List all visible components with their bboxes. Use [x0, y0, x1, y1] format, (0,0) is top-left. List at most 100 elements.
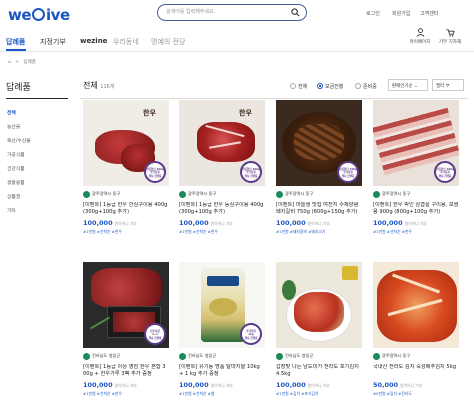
- product-image[interactable]: [276, 262, 362, 348]
- seller-name: 광주광역시 동구: [92, 191, 121, 196]
- search-bar[interactable]: 검색어를 입력해주세요.: [157, 4, 307, 21]
- product-card[interactable]: 한우 산림청인 100g 추가증정 행사 진행중 광주광역시 동구 [이벤트] 1등…: [83, 100, 169, 235]
- seller-icon: [373, 352, 380, 360]
- product-price: 100,000 원이어니 기부: [179, 381, 233, 389]
- product-price: 100,000 원이어니 기부: [83, 381, 137, 389]
- seller-icon: [83, 190, 90, 198]
- nav-neighborhood[interactable]: 우리동네: [113, 37, 139, 47]
- product-tags: #1만원 #선착순 #쌀: [179, 391, 215, 396]
- sidebar-item-processed[interactable]: 가공식품: [7, 151, 25, 158]
- product-price: 100,000 원이어니 기부: [373, 219, 427, 227]
- product-price: 100,000 원이어니 기부: [179, 219, 233, 227]
- product-image[interactable]: 산림청인 100g 추가증정 행사 진행중: [373, 100, 459, 186]
- nav-wezine[interactable]: wezine: [80, 37, 107, 45]
- product-image[interactable]: 한우 산림청인 100g 추가증정 행사 진행중: [83, 100, 169, 186]
- product-card[interactable]: 산림청인 150g 추가증정 행사 진행중 광주광역시 동구 [이벤트] 마늘생 맛…: [276, 100, 362, 235]
- product-price: 100,000 원이어니 기부: [83, 219, 137, 227]
- seller-name: 전라남도 영암군: [92, 353, 121, 358]
- seller-icon: [179, 352, 186, 360]
- sidebar-item-livestock[interactable]: 축산/수산물: [7, 137, 31, 144]
- promo-badge: 한우사골 1+1 행사 진행중: [144, 323, 166, 345]
- product-image[interactable]: 산림청인 150g 추가증정 행사 진행중: [276, 100, 362, 186]
- seller-icon: [83, 352, 90, 360]
- product-price: 100,000 원이어니 기부: [276, 219, 330, 227]
- product-card[interactable]: 광주광역시 동구 국내산 전라도 김치 숙성배추김치 5kg 50,000 원이어…: [373, 262, 459, 397]
- radio-checked-icon: [317, 83, 323, 89]
- brand-mark: 한우: [239, 109, 252, 117]
- product-image[interactable]: 한우사골 1+1 행사 진행중: [83, 262, 169, 348]
- filter-icon: ⛛: [445, 84, 450, 89]
- promo-badge: 산림청인 150g 추가증정 행사 진행중: [337, 161, 359, 183]
- mypage-button[interactable]: 마이페이지: [406, 28, 434, 45]
- sidebar-title: 답례품: [6, 83, 31, 93]
- product-tags: #5만원 #김치 #전라도: [373, 391, 412, 396]
- filter-fundraising[interactable]: 모금진행: [317, 83, 343, 90]
- sidebar-item-health[interactable]: 건강식품: [7, 165, 25, 172]
- sidebar-item-living[interactable]: 생활용품: [7, 179, 25, 186]
- sidebar-item-voucher[interactable]: 상품권: [7, 193, 20, 200]
- breadcrumb-current: 답례품: [23, 60, 36, 65]
- seller-icon: [179, 190, 186, 198]
- product-name[interactable]: [이벤트] 유기농 명품 달마지쌀 10kg + 1 kg 추가 증정: [179, 364, 265, 378]
- product-name[interactable]: [이벤트] 마늘생 맛집 여전지 수제양념 돼지갈비 750g (600g+15…: [276, 202, 362, 216]
- sidebar-item-etc[interactable]: 기타: [7, 207, 16, 214]
- toolbar-divider: [80, 98, 468, 99]
- seller-icon: [276, 352, 283, 360]
- product-card[interactable]: 전라남도 영암군 갑장맞 나는 남도미가 전라도 포기김치 4.5kg 100,…: [276, 262, 362, 397]
- seller-name: 광주광역시 동구: [285, 191, 314, 196]
- product-name[interactable]: [이벤트] 한우 박인 삼겹살 구이용, 보쌈용 900g (800g+100g…: [373, 202, 459, 216]
- seller-name: 광주광역시 동구: [188, 191, 217, 196]
- signup-link[interactable]: 회원가입: [392, 10, 410, 17]
- product-card[interactable]: 추가증정 1kg 행사 진행중 전라남도 영암군 [이벤트] 유기농 명품 달마지쌀…: [179, 262, 265, 397]
- product-tags: #1만원 #선착순 #한우: [373, 229, 412, 234]
- cart-button[interactable]: 기부 기자재: [436, 28, 464, 45]
- radio-icon: [355, 83, 361, 89]
- breadcrumb: ⌂ > 답례품: [8, 60, 36, 65]
- filter-preparing[interactable]: 준비중: [355, 83, 377, 90]
- logo-ring-icon: [32, 8, 46, 21]
- product-image[interactable]: 추가증정 1kg 행사 진행중: [179, 262, 265, 348]
- product-name[interactable]: 갑장맞 나는 남도미가 전라도 포기김치 4.5kg: [276, 364, 362, 378]
- chevron-down-icon: ⌄: [414, 84, 418, 89]
- nav-divider: [0, 51, 474, 52]
- nav-designated[interactable]: 지정기부: [40, 37, 66, 47]
- nav-hall-of-fame[interactable]: 명예의 전당: [151, 37, 185, 47]
- seller-name: 광주광역시 동구: [382, 191, 411, 196]
- product-tags: #1만원 #선착순 #한우: [83, 391, 122, 396]
- brand-mark: 한우: [143, 109, 156, 117]
- search-icon[interactable]: [291, 8, 300, 17]
- product-card[interactable]: 한우사골 1+1 행사 진행중 전라남도 영암군 [이벤트] 1등급 이상 영암 한…: [83, 262, 169, 397]
- nav-gifts[interactable]: 답례품: [6, 37, 25, 47]
- sidebar-item-all[interactable]: 전체: [7, 109, 16, 116]
- product-price: 50,000 원이어니 기부: [373, 381, 423, 389]
- product-tags: #1만원 #선착순 #한우: [83, 229, 122, 234]
- product-price: 100,000 원이어니 기부: [276, 381, 330, 389]
- home-icon[interactable]: ⌂: [8, 60, 11, 65]
- filter-button[interactable]: 필터 ⛛: [432, 79, 464, 91]
- site-logo[interactable]: weGive weive: [8, 6, 70, 24]
- product-tags: #1만원 #김치 #포기김치: [276, 391, 319, 396]
- filter-all[interactable]: 전체: [290, 83, 307, 90]
- promo-badge: 산림청인 100g 추가증정 행사 진행중: [240, 161, 262, 183]
- product-name[interactable]: [이벤트] 1등급 이상 영암 한우 혼합 3 00g + 한우가루 3팩 추가…: [83, 364, 169, 378]
- seller-icon: [373, 190, 380, 198]
- product-tags: #1만원 #돼지갈비 #돼지고기: [276, 229, 326, 234]
- search-placeholder: 검색어를 입력해주세요.: [166, 9, 216, 15]
- product-name[interactable]: 국내산 전라도 김치 숙성배추김치 5kg: [373, 364, 459, 378]
- sidebar-divider: [6, 98, 68, 99]
- product-card[interactable]: 한우 산림청인 100g 추가증정 행사 진행중 광주광역시 동구 [이벤트] 1등…: [179, 100, 265, 235]
- product-name[interactable]: [이벤트] 1등급 한우 등심구이용 400g (300g+100g 추가): [179, 202, 265, 216]
- sidebar-item-agri[interactable]: 농산물: [7, 123, 20, 130]
- login-link[interactable]: 로그인: [366, 10, 380, 17]
- promo-badge: 산림청인 100g 추가증정 행사 진행중: [434, 161, 456, 183]
- product-name[interactable]: [이벤트] 1등급 한우 안심구이용 400g (300g+100g 추가): [83, 202, 169, 216]
- product-image[interactable]: 한우 산림청인 100g 추가증정 행사 진행중: [179, 100, 265, 186]
- product-image[interactable]: [373, 262, 459, 348]
- promo-badge: 산림청인 100g 추가증정 행사 진행중: [144, 161, 166, 183]
- promo-badge: 추가증정 1kg 행사 진행중: [240, 323, 262, 345]
- sort-select[interactable]: 판매인기순 ⌄: [388, 79, 428, 91]
- product-tags: #1만원 #선착순 #한우: [179, 229, 218, 234]
- product-card[interactable]: 산림청인 100g 추가증정 행사 진행중 광주광역시 동구 [이벤트] 한우 박인…: [373, 100, 459, 235]
- support-link[interactable]: 고객센터: [420, 10, 438, 17]
- total-count: 전체 116개: [83, 81, 115, 90]
